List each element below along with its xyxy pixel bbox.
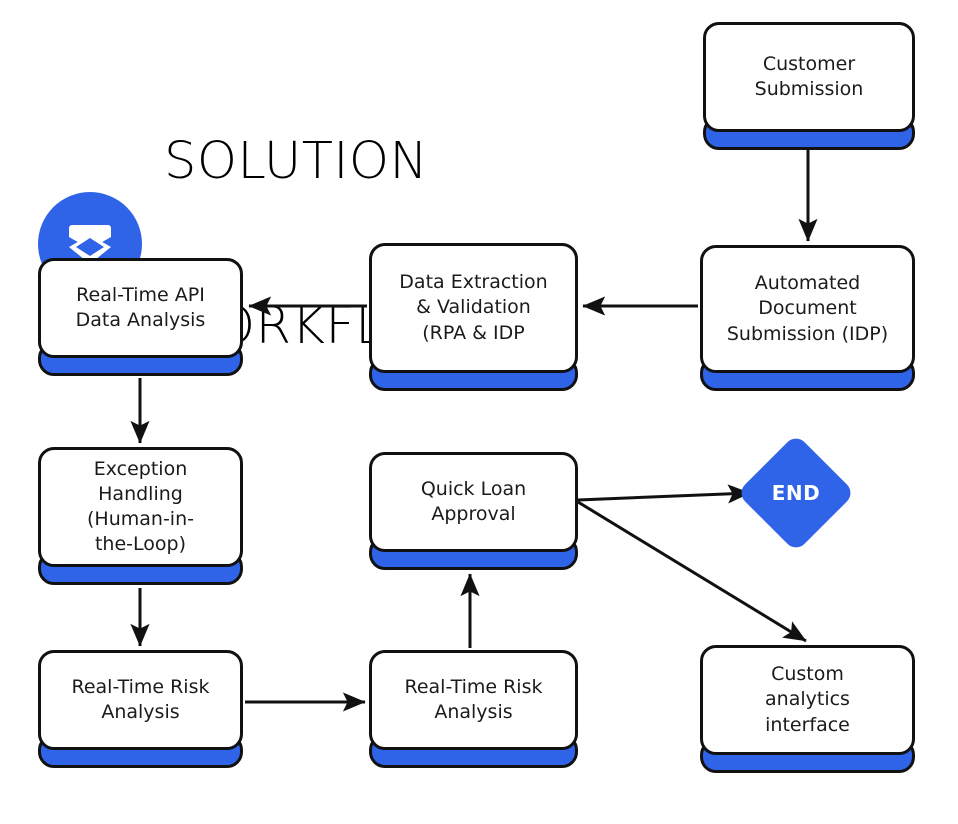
- node-end-terminator[interactable]: END: [736, 433, 856, 553]
- node-real-time-api-data-analysis[interactable]: Real-Time API Data Analysis: [38, 258, 243, 376]
- node-card: Real-Time API Data Analysis: [38, 258, 243, 358]
- node-label: Automated Document Submission (IDP): [726, 272, 889, 345]
- node-card: Automated Document Submission (IDP): [700, 245, 915, 373]
- workflow-diagram: Customer Submission Automated Document S…: [0, 0, 958, 824]
- node-label: Real-Time API Data Analysis: [75, 283, 206, 331]
- node-card: Custom analytics interface: [700, 645, 915, 755]
- node-label: Real-Time Risk Analysis: [404, 675, 543, 723]
- node-customer-submission[interactable]: Customer Submission: [703, 22, 915, 150]
- node-label: Real-Time Risk Analysis: [71, 675, 210, 723]
- node-card: Data Extraction & Validation (RPA & IDP: [369, 243, 578, 373]
- node-automated-document-submission[interactable]: Automated Document Submission (IDP): [700, 245, 915, 391]
- node-label: Quick Loan Approval: [420, 477, 527, 525]
- end-label: END: [771, 481, 821, 505]
- node-real-time-risk-analysis-left[interactable]: Real-Time Risk Analysis: [38, 650, 243, 768]
- node-label: Exception Handling (Human-in- the-Loop): [87, 457, 194, 556]
- node-quick-loan-approval[interactable]: Quick Loan Approval: [369, 452, 578, 570]
- node-data-extraction-validation[interactable]: Data Extraction & Validation (RPA & IDP: [369, 243, 578, 391]
- node-card: Customer Submission: [703, 22, 915, 132]
- edge-approval-to-end: [577, 484, 751, 504]
- node-label: Customer Submission: [754, 52, 864, 100]
- node-card: Real-Time Risk Analysis: [38, 650, 243, 750]
- node-custom-analytics-interface[interactable]: Custom analytics interface: [700, 645, 915, 773]
- node-card: Real-Time Risk Analysis: [369, 650, 578, 750]
- node-card: Exception Handling (Human-in- the-Loop): [38, 447, 243, 567]
- node-label: Custom analytics interface: [765, 663, 850, 736]
- node-card: Quick Loan Approval: [369, 452, 578, 552]
- node-exception-handling[interactable]: Exception Handling (Human-in- the-Loop): [38, 447, 243, 585]
- node-real-time-risk-analysis-mid[interactable]: Real-Time Risk Analysis: [369, 650, 578, 768]
- node-label: Data Extraction & Validation (RPA & IDP: [399, 271, 548, 344]
